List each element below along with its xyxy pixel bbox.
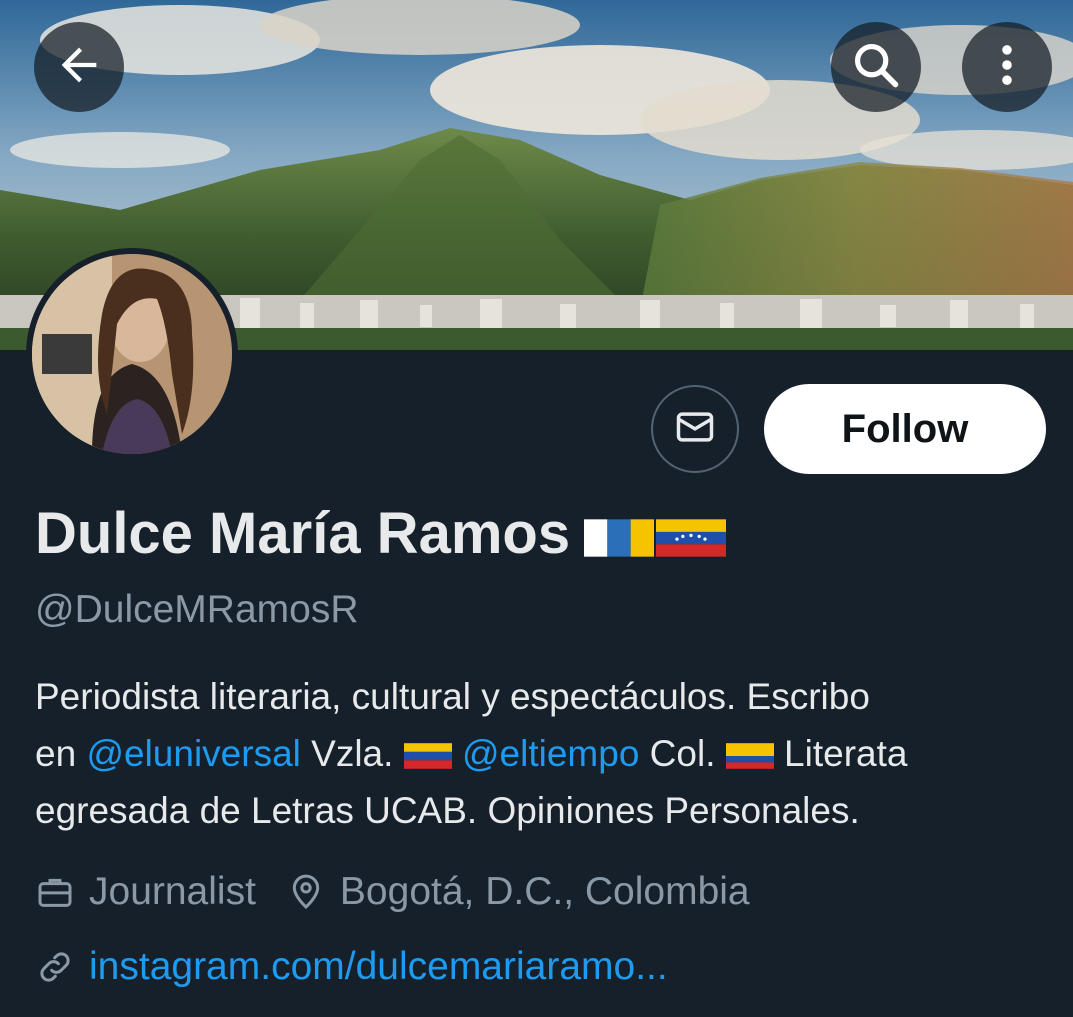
- bio-line-3: egresada de Letras UCAB. Opiniones Perso…: [35, 790, 860, 831]
- bio-line-1: Periodista literaria, cultural y espectá…: [35, 676, 870, 717]
- mention-link-eluniversal[interactable]: @eluniversal: [86, 733, 300, 774]
- website-link[interactable]: instagram.com/dulcemariaramo...: [89, 945, 668, 989]
- bio-line-2: en @eluniversal Vzla. @eltiempo Col. Lit…: [35, 725, 1045, 782]
- avatar-image: [32, 254, 232, 454]
- bio-text: Vzla.: [300, 733, 404, 774]
- profile-meta: Journalist Bogotá, D.C., Colombia: [35, 870, 750, 914]
- profession-label: Journalist: [89, 870, 256, 913]
- flag-canary-islands-icon: [584, 500, 655, 567]
- bio-text: Literata: [773, 733, 908, 774]
- search-button[interactable]: [831, 22, 921, 112]
- envelope-icon: [673, 405, 717, 453]
- flag-venezuela-icon: [656, 500, 727, 567]
- display-name: Dulce María Ramos: [35, 501, 571, 566]
- profile-handle: @DulceMRamosR: [35, 588, 359, 631]
- bio-text: en: [35, 733, 87, 774]
- briefcase-icon: [35, 872, 75, 912]
- mention-link-eltiempo[interactable]: @eltiempo: [462, 733, 639, 774]
- flag-venezuela-icon: [403, 733, 452, 774]
- bio-text: [452, 733, 462, 774]
- follow-button[interactable]: Follow: [764, 384, 1046, 474]
- flag-colombia-icon: [725, 733, 774, 774]
- bio-text: Col.: [639, 733, 726, 774]
- message-button[interactable]: [651, 385, 739, 473]
- more-vertical-icon: [981, 39, 1033, 95]
- location-pin-icon: [286, 872, 326, 912]
- website-row: instagram.com/dulcemariaramo...: [35, 945, 668, 989]
- link-icon: [35, 947, 75, 987]
- back-button[interactable]: [34, 22, 124, 112]
- avatar[interactable]: [26, 248, 238, 460]
- arrow-left-icon: [53, 39, 105, 95]
- search-icon: [850, 39, 902, 95]
- more-options-button[interactable]: [962, 22, 1052, 112]
- profile-bio: Periodista literaria, cultural y espectá…: [35, 668, 1045, 839]
- location-label: Bogotá, D.C., Colombia: [339, 870, 750, 913]
- profile-name: Dulce María Ramos: [35, 500, 727, 567]
